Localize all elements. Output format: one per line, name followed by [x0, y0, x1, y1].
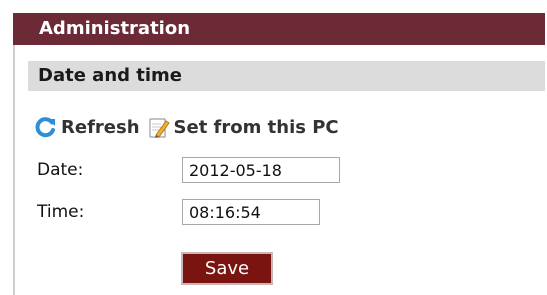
refresh-label: Refresh — [61, 116, 140, 138]
set-from-pc-label: Set from this PC — [173, 116, 339, 138]
section-header: Date and time — [28, 61, 545, 91]
time-label: Time: — [37, 202, 85, 222]
refresh-button[interactable]: Refresh — [35, 116, 140, 138]
admin-header: Administration — [13, 13, 545, 45]
top-border — [0, 0, 547, 6]
date-label: Date: — [37, 160, 84, 180]
admin-header-title: Administration — [39, 18, 191, 39]
save-button[interactable]: Save — [181, 252, 273, 285]
section-title: Date and time — [38, 65, 183, 86]
time-field[interactable] — [182, 199, 320, 225]
edit-note-icon — [148, 116, 170, 138]
toolbar: Refresh Set from this PC — [35, 112, 339, 142]
date-field[interactable] — [182, 157, 340, 183]
left-divider — [13, 45, 15, 295]
set-from-pc-button[interactable]: Set from this PC — [148, 116, 339, 138]
refresh-icon — [35, 116, 57, 138]
